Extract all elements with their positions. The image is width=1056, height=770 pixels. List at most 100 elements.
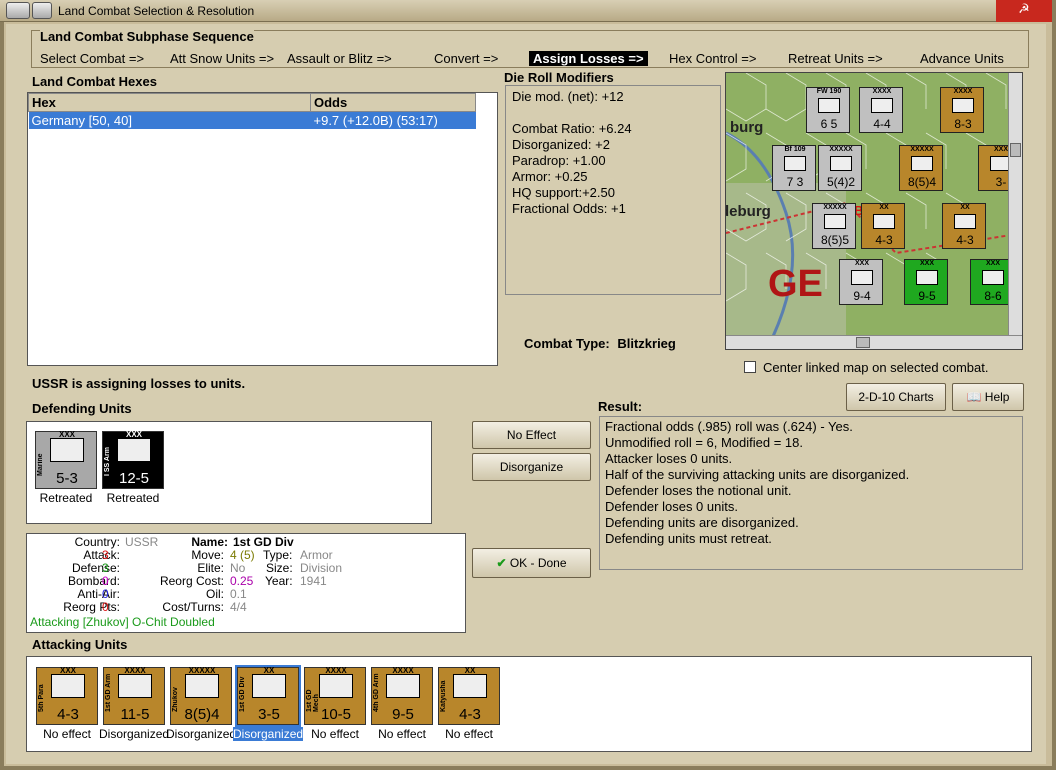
map-unit-size: XXXXX: [823, 204, 847, 211]
unit-counter[interactable]: XX 1st GD Div 3-5: [235, 665, 301, 727]
result-line: Unmodified roll = 6, Modified = 18.: [605, 435, 803, 450]
unit-counter[interactable]: XXX 5th Para 4-3: [36, 666, 98, 725]
col-odds[interactable]: Odds: [310, 93, 476, 112]
combat-type-value: Blitzkrieg: [617, 336, 676, 351]
map-unit-strength: 6 5: [820, 117, 838, 131]
unit-type-icon: [185, 674, 219, 698]
system-menu-button[interactable]: [6, 2, 30, 19]
map-unit-size: XXXXX: [910, 146, 934, 153]
result-line: Half of the surviving attacking units ar…: [605, 467, 910, 482]
charts-button[interactable]: 2-D-10 Charts: [846, 383, 946, 411]
result-line: Defending units are disorganized.: [605, 515, 799, 530]
mod-line: Armor: +0.25: [512, 169, 588, 184]
map-unit-strength: 9-4: [853, 289, 871, 303]
hexes-list[interactable]: Hex Odds Germany [50, 40] +9.7 (+12.0B) (5…: [27, 92, 498, 366]
unit-status: Retreated: [106, 491, 160, 505]
unit-status: Disorganized: [233, 727, 304, 741]
subphase-step: Select Combat =>: [40, 51, 145, 66]
map-hscrollbar[interactable]: [726, 335, 1022, 349]
map-unit-counter[interactable]: XXX 9-4: [839, 259, 883, 305]
map-unit-size: XXXX: [872, 88, 892, 95]
map-unit-counter[interactable]: XX 4-3: [942, 203, 986, 249]
subphase-step: Att Snow Units =>: [170, 51, 275, 66]
help-button[interactable]: 📖 Help: [952, 383, 1024, 411]
info-ct-key: Cost/Turns:: [162, 600, 224, 614]
unit-status: No effect: [445, 727, 493, 741]
map-unit-strength: 8(5)4: [907, 175, 936, 189]
unit-counter[interactable]: XXX I SS Arm 12-5: [102, 430, 164, 489]
map-label: deburg: [725, 203, 771, 220]
help-book-icon: 📖: [966, 390, 982, 404]
map-unit-type-icon: [818, 98, 840, 113]
unit-strength: 12-5: [118, 470, 150, 487]
map-unit-size: XXX: [919, 260, 934, 267]
ok-done-button[interactable]: ✔ OK - Done: [472, 548, 591, 578]
mod-line: HQ support:+2.50: [512, 185, 615, 200]
unit-counter[interactable]: XXX Marine 5-3: [35, 430, 97, 489]
result-line: Attacker loses 0 units.: [605, 451, 733, 466]
map-unit-size: XXXXX: [829, 146, 853, 153]
result-line: Fractional odds (.985) roll was (.624) -…: [605, 419, 853, 434]
center-map-checkbox[interactable]: [744, 361, 756, 373]
map-vscroll-thumb[interactable]: [1010, 143, 1021, 157]
no-effect-button[interactable]: No Effect: [472, 421, 591, 449]
unit-type-icon: [386, 674, 420, 698]
map-unit-counter[interactable]: FW 190 6 5: [806, 87, 850, 133]
odds-cell[interactable]: +9.7 (+12.0B) (53:17): [310, 111, 476, 129]
help-label: Help: [984, 390, 1010, 404]
map-unit-counter[interactable]: XXXXX 8(5)4: [899, 145, 943, 191]
unit-info-panel: Country: USSR Attack: 3 Defense: 3 Bomba…: [26, 533, 466, 633]
map-unit-counter[interactable]: Bf 109 7 3: [772, 145, 816, 191]
unit-strength: 8(5)4: [184, 706, 220, 723]
unit-counter[interactable]: XXXX 1st GD Arm 11-5: [103, 666, 165, 725]
map-vscrollbar[interactable]: [1008, 73, 1022, 337]
map-unit-counter[interactable]: XXXXX 5(4)2: [818, 145, 862, 191]
info-year-value: 1941: [300, 574, 327, 588]
unit-type-icon: [50, 438, 84, 462]
unit-type-icon: [319, 674, 353, 698]
map-label-germany: GE: [768, 263, 823, 305]
mod-line: Paradrop: +1.00: [512, 153, 606, 168]
unit-counter[interactable]: XXXXX Zhukov 8(5)4: [170, 666, 232, 725]
map-unit-type-icon: [911, 156, 933, 171]
table-row[interactable]: Germany [50, 40] +9.7 (+12.0B) (53:17): [28, 111, 476, 129]
info-year-key: Year:: [265, 574, 293, 588]
map-unit-strength: 5(4)2: [826, 175, 855, 189]
mod-line: Die mod. (net): +12: [512, 89, 624, 104]
map-unit-type-icon: [871, 98, 893, 113]
info-ct-value: 4/4: [230, 600, 247, 614]
ok-label: OK - Done: [509, 556, 567, 570]
map-unit-strength: 4-4: [873, 117, 891, 131]
map-unit-counter[interactable]: XXX 9-5: [904, 259, 948, 305]
map-unit-type-icon: [916, 270, 938, 285]
restore-button[interactable]: [32, 2, 52, 19]
linked-map[interactable]: burg deburg GE Br FW 1906 5XXXX4-4XXXX8-…: [725, 72, 1023, 350]
map-unit-size: XXX: [854, 260, 869, 267]
unit-counter[interactable]: XXXX 4th GD Arm 9-5: [371, 666, 433, 725]
subphase-sequence: Land Combat Subphase Sequence Select Com…: [31, 29, 1029, 68]
close-button[interactable]: ☭: [996, 0, 1052, 22]
unit-type-icon: [453, 674, 487, 698]
map-unit-strength: 8(5)5: [820, 233, 849, 247]
unit-strength: 9-5: [392, 706, 414, 723]
subphase-step: Advance Units: [920, 51, 1004, 66]
map-unit-size: FW 190: [816, 88, 842, 95]
map-unit-counter[interactable]: XXXX 8-3: [940, 87, 984, 133]
map-hscroll-thumb[interactable]: [856, 337, 870, 348]
map-unit-strength: 4-3: [956, 233, 974, 247]
map-unit-counter[interactable]: XXXX 4-4: [859, 87, 903, 133]
map-unit-type-icon: [830, 156, 852, 171]
map-unit-counter[interactable]: XX 4-3: [861, 203, 905, 249]
title-bar[interactable]: Land Combat Selection & Resolution ☭: [0, 0, 1052, 22]
col-hex[interactable]: Hex: [28, 93, 311, 112]
hexes-heading: Land Combat Hexes: [32, 74, 157, 89]
unit-counter[interactable]: XXXX 1st GD Mech 10-5: [304, 666, 366, 725]
mod-line: Disorganized: +2: [512, 137, 610, 152]
map-unit-type-icon: [952, 98, 974, 113]
hex-cell[interactable]: Germany [50, 40]: [28, 111, 311, 129]
mod-line: [512, 105, 714, 121]
unit-counter[interactable]: XX Katyusha 4-3: [438, 666, 500, 725]
map-unit-counter[interactable]: XXXXX 8(5)5: [812, 203, 856, 249]
unit-type-icon: [117, 438, 151, 462]
disorganize-button[interactable]: Disorganize: [472, 453, 591, 481]
